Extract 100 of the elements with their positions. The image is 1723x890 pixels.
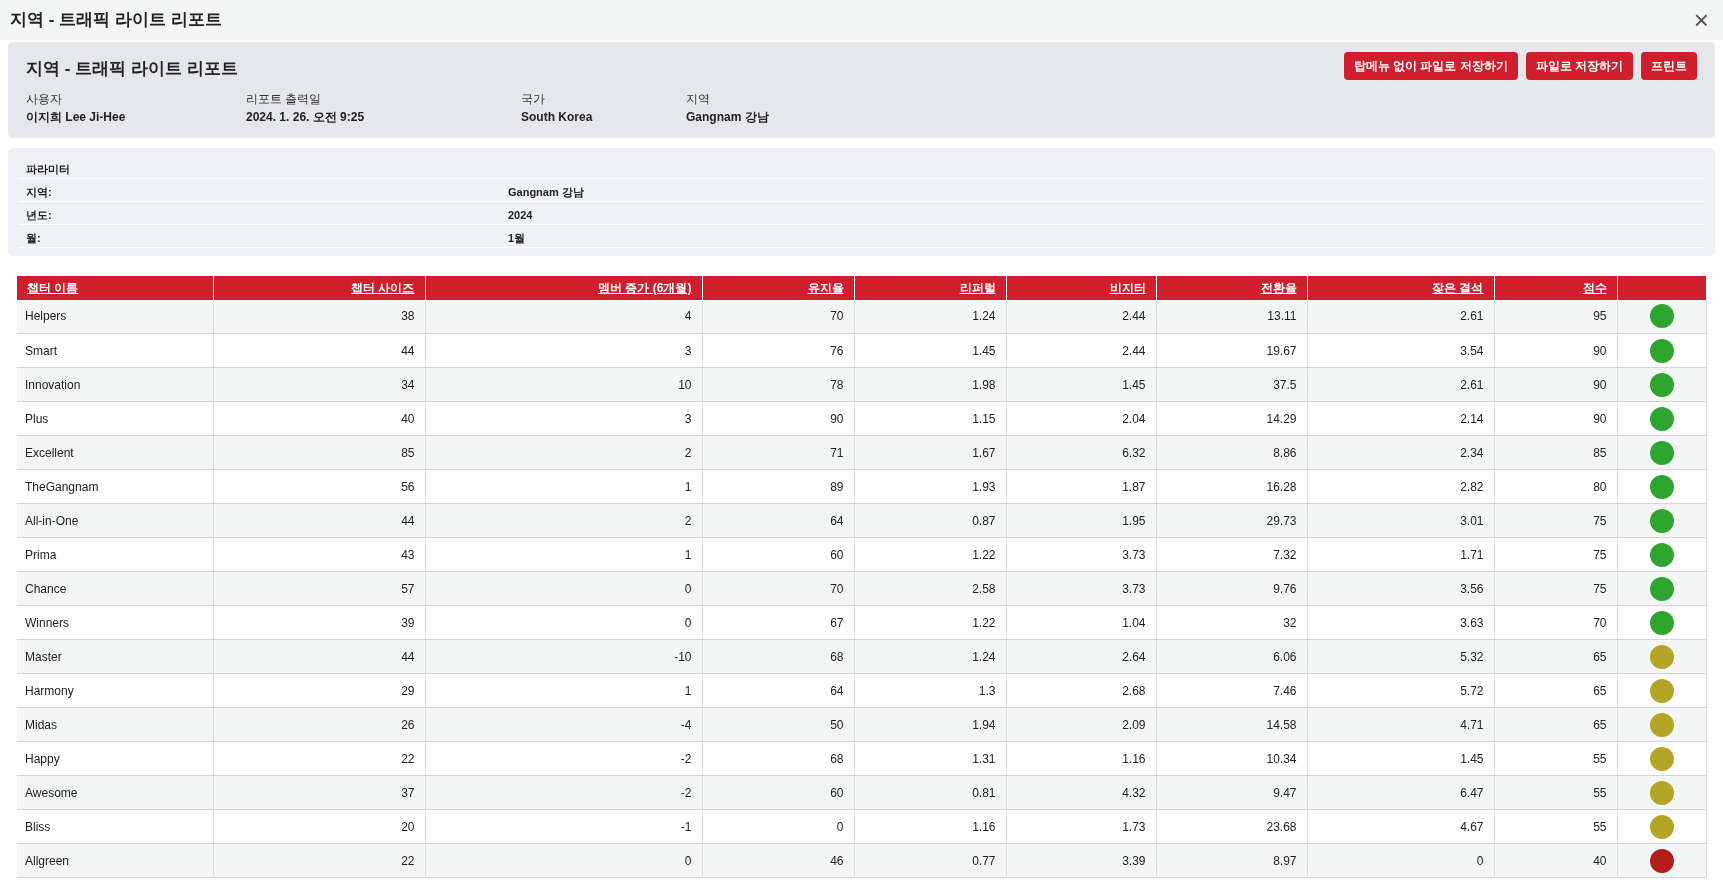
action-button[interactable]: 파일로 저장하기 <box>1525 52 1633 80</box>
table-cell: 70 <box>1494 605 1617 640</box>
sort-link[interactable]: 점수 <box>1582 280 1607 295</box>
parameters-title: 파라미터 <box>18 155 1705 179</box>
sort-link[interactable]: 잦은 결석 <box>1432 280 1484 295</box>
table-cell: 1 <box>425 469 702 504</box>
action-button[interactable]: 탑메뉴 없이 파일로 저장하기 <box>1343 52 1518 80</box>
close-button[interactable]: × <box>1689 7 1713 33</box>
field-value: 이지희 Lee Ji-Hee <box>26 108 127 126</box>
table-cell: 65 <box>1494 707 1617 742</box>
table-cell: 40 <box>1494 843 1617 878</box>
table-cell: 90 <box>702 401 854 436</box>
table-cell: 37.5 <box>1156 367 1307 402</box>
parameter-value: 1월 <box>508 230 526 242</box>
sort-link[interactable]: 유지율 <box>807 280 844 295</box>
table-cell: 75 <box>1494 537 1617 572</box>
table-cell: 55 <box>1494 741 1617 776</box>
table-cell: 2.44 <box>1006 333 1156 368</box>
parameter-value: Gangnam 강남 <box>508 184 584 196</box>
field-label: 지역 <box>686 90 711 108</box>
table-cell: 20 <box>213 809 425 844</box>
table-cell: 67 <box>702 605 854 640</box>
table-cell: Awesome <box>17 775 213 810</box>
table-cell: 0 <box>425 571 702 606</box>
window-title: 지역 - 트래픽 라이트 리포트 <box>10 9 222 32</box>
report-title: 지역 - 트래픽 라이트 리포트 <box>26 58 238 80</box>
table-cell: Harmony <box>17 673 213 708</box>
table-cell: 9.76 <box>1156 571 1307 606</box>
table-cell: 29.73 <box>1156 503 1307 538</box>
table-cell: 5.72 <box>1307 673 1494 708</box>
table-cell: 3.39 <box>1006 843 1156 878</box>
table-cell: 56 <box>213 469 425 504</box>
table-cell: 40 <box>213 401 425 436</box>
table-cell: -2 <box>425 775 702 810</box>
table-cell: 90 <box>1494 333 1617 368</box>
sort-link[interactable]: 리퍼럴 <box>959 280 996 295</box>
sort-link[interactable]: 챕터 사이즈 <box>351 280 415 295</box>
table-cell: 37 <box>213 775 425 810</box>
table-cell: 32 <box>1156 605 1307 640</box>
table-cell: 55 <box>1494 809 1617 844</box>
table-cell: 3 <box>425 333 702 368</box>
table-cell: 1.67 <box>854 435 1006 470</box>
table-cell: 75 <box>1494 571 1617 606</box>
table-cell: 2.09 <box>1006 707 1156 742</box>
sort-link[interactable]: 챕터 이름 <box>27 280 79 295</box>
table-cell: 38 <box>213 299 425 334</box>
table-cell: 1.15 <box>854 401 1006 436</box>
table-cell: -2 <box>425 741 702 776</box>
table-cell: 43 <box>213 537 425 572</box>
table-cell: 3.56 <box>1307 571 1494 606</box>
table-cell: 1.87 <box>1006 469 1156 504</box>
action-button[interactable]: 프린트 <box>1641 52 1697 80</box>
table-cell: 1.16 <box>854 809 1006 844</box>
table-cell: 1.04 <box>1006 605 1156 640</box>
table-cell: 78 <box>702 367 854 402</box>
table-cell: 70 <box>702 299 854 334</box>
table-cell: 1 <box>425 673 702 708</box>
table-cell: 65 <box>1494 639 1617 674</box>
table-cell: 1.45 <box>1307 741 1494 776</box>
table-cell: 90 <box>1494 367 1617 402</box>
table-cell: 75 <box>1494 503 1617 538</box>
table-cell: 16.28 <box>1156 469 1307 504</box>
table-cell: 50 <box>702 707 854 742</box>
table-cell: 2 <box>425 503 702 538</box>
table-cell: 6.32 <box>1006 435 1156 470</box>
table-cell: 22 <box>213 843 425 878</box>
table-cell: 60 <box>702 775 854 810</box>
table-cell: -1 <box>425 809 702 844</box>
table-cell: 4.32 <box>1006 775 1156 810</box>
table-cell: Smart <box>17 333 213 368</box>
table-cell: 76 <box>702 333 854 368</box>
table-cell: 46 <box>702 843 854 878</box>
table-cell: 9.47 <box>1156 775 1307 810</box>
table-cell: 90 <box>1494 401 1617 436</box>
table-cell: 1.3 <box>854 673 1006 708</box>
table-cell: 2.44 <box>1006 299 1156 334</box>
table-cell: 57 <box>213 571 425 606</box>
table-cell: 2.61 <box>1307 367 1494 402</box>
table-cell: 2.04 <box>1006 401 1156 436</box>
table-cell: 2.58 <box>854 571 1006 606</box>
field-label: 리포트 출력일 <box>246 90 323 108</box>
table-cell: 64 <box>702 503 854 538</box>
table-cell: 13.11 <box>1156 299 1307 334</box>
parameter-label: 월: <box>26 230 42 242</box>
table-cell: 7.46 <box>1156 673 1307 708</box>
table-cell: 68 <box>702 741 854 776</box>
table-cell: Happy <box>17 741 213 776</box>
table-cell: 26 <box>213 707 425 742</box>
sort-link[interactable]: 비지터 <box>1109 280 1146 295</box>
parameter-value: 2024 <box>508 207 533 219</box>
table-cell: Prima <box>17 537 213 572</box>
table-cell: Bliss <box>17 809 213 844</box>
sort-link[interactable]: 전환율 <box>1260 280 1297 295</box>
table-cell: 80 <box>1494 469 1617 504</box>
table-cell: 64 <box>702 673 854 708</box>
table-cell: 0 <box>702 809 854 844</box>
table-cell: 68 <box>702 639 854 674</box>
table-cell: 1.93 <box>854 469 1006 504</box>
table-cell: 1.22 <box>854 605 1006 640</box>
table-cell: 4.71 <box>1307 707 1494 742</box>
